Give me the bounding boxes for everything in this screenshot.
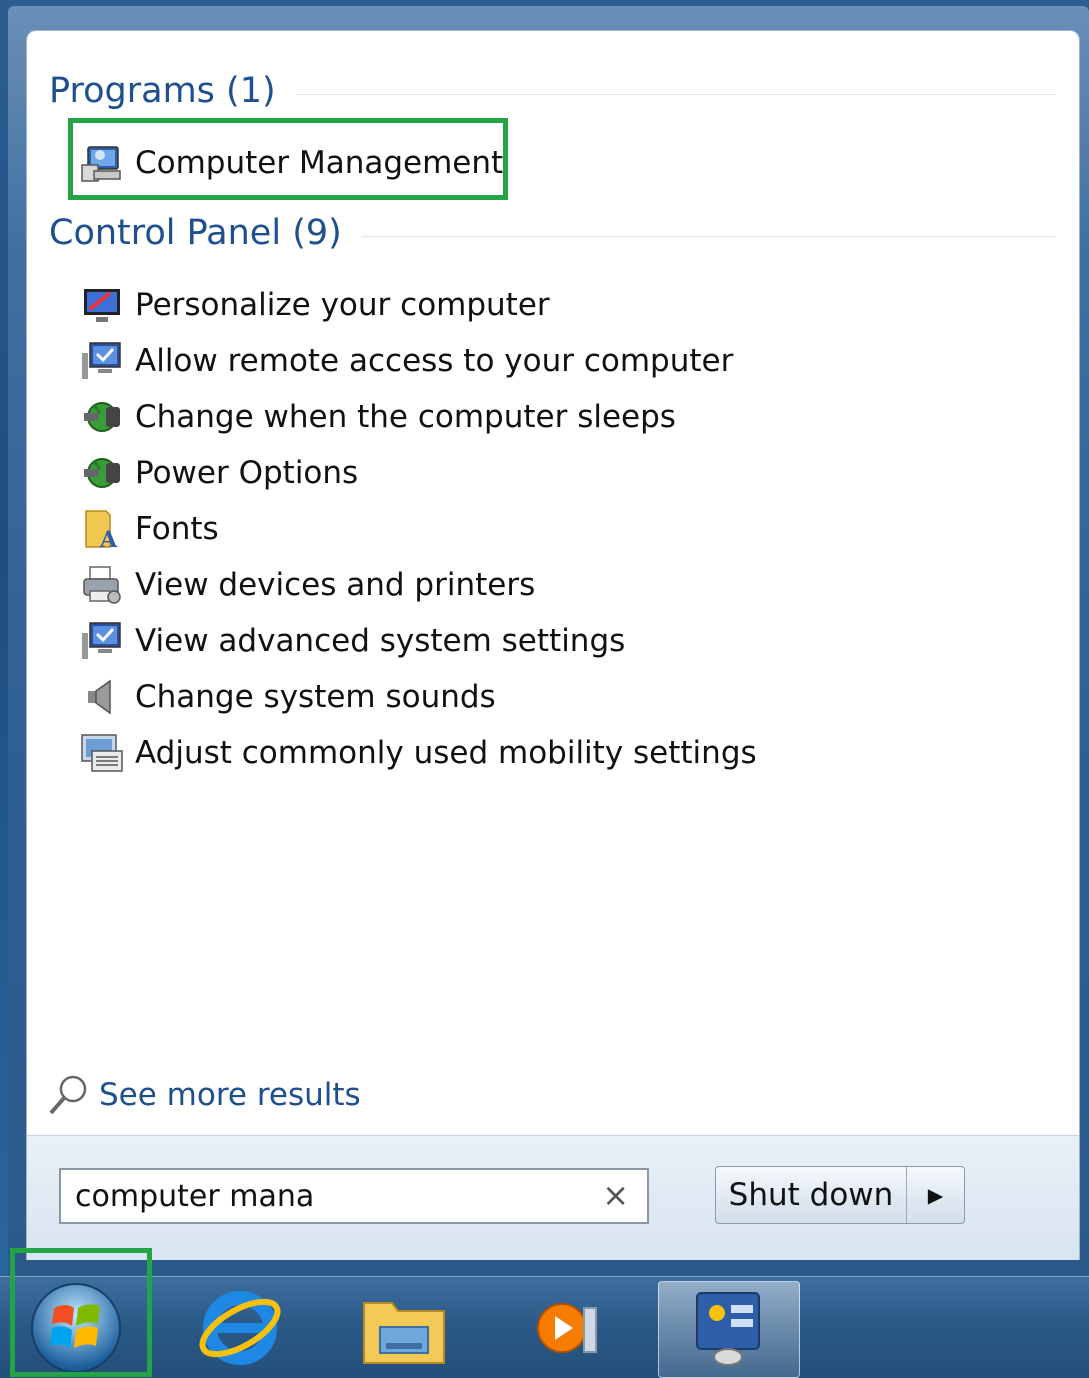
personalize-icon xyxy=(79,282,125,328)
result-fonts[interactable]: A Fonts xyxy=(79,503,219,555)
search-icon xyxy=(47,1071,91,1119)
search-value: computer mana xyxy=(75,1178,315,1214)
svg-text:A: A xyxy=(99,527,118,551)
result-system-sounds[interactable]: Change system sounds xyxy=(79,671,496,723)
mobility-center-icon xyxy=(79,730,125,776)
control-panel-header-label: Control Panel (9) xyxy=(49,213,342,253)
highlight-box-start-button xyxy=(10,1248,152,1377)
result-label: Allow remote access to your computer xyxy=(135,343,734,379)
start-menu-bottom-bar: computer mana × Shut down ▸ xyxy=(27,1135,1079,1260)
windows-explorer-icon[interactable] xyxy=(344,1277,464,1378)
clear-search-icon[interactable]: × xyxy=(602,1176,629,1214)
result-advanced-system-settings[interactable]: View advanced system settings xyxy=(79,615,625,667)
power-plug-icon xyxy=(79,394,125,440)
see-more-results-link[interactable]: See more results xyxy=(47,1071,361,1119)
result-label: View devices and printers xyxy=(135,567,536,603)
taskbar xyxy=(0,1276,1089,1378)
divider xyxy=(295,93,1055,95)
start-menu: Programs (1) Computer Management Control… xyxy=(26,30,1080,1260)
result-personalize[interactable]: Personalize your computer xyxy=(79,279,550,331)
result-label: Change when the computer sleeps xyxy=(135,399,676,435)
result-devices-printers[interactable]: View devices and printers xyxy=(79,559,535,611)
system-monitor-icon xyxy=(79,338,125,384)
internet-explorer-icon[interactable] xyxy=(180,1277,300,1378)
computer-management-icon[interactable] xyxy=(668,1277,788,1378)
highlight-box-computer-management xyxy=(68,118,508,200)
result-label: Fonts xyxy=(135,511,219,547)
result-label: Power Options xyxy=(135,455,359,491)
shutdown-button-group: Shut down ▸ xyxy=(715,1166,965,1224)
printer-icon xyxy=(79,562,125,608)
see-more-label: See more results xyxy=(99,1077,361,1113)
programs-header: Programs (1) xyxy=(49,71,1055,111)
control-panel-header: Control Panel (9) xyxy=(49,213,1055,253)
power-plug-icon xyxy=(79,450,125,496)
shutdown-options-arrow-icon[interactable]: ▸ xyxy=(907,1177,964,1213)
result-allow-remote-access[interactable]: Allow remote access to your computer xyxy=(79,335,733,387)
divider xyxy=(361,235,1055,237)
search-input[interactable]: computer mana × xyxy=(59,1168,649,1224)
result-label: Adjust commonly used mobility settings xyxy=(135,735,757,771)
programs-header-label: Programs (1) xyxy=(49,71,276,111)
result-label: Personalize your computer xyxy=(135,287,550,323)
shutdown-button[interactable]: Shut down xyxy=(716,1167,907,1223)
media-player-icon[interactable] xyxy=(508,1277,628,1378)
result-label: Change system sounds xyxy=(135,679,496,715)
speaker-icon xyxy=(79,674,125,720)
fonts-folder-icon: A xyxy=(79,506,125,552)
system-monitor-icon xyxy=(79,618,125,664)
result-power-options[interactable]: Power Options xyxy=(79,447,358,499)
result-mobility-settings[interactable]: Adjust commonly used mobility settings xyxy=(79,727,757,779)
result-label: View advanced system settings xyxy=(135,623,626,659)
result-change-sleep[interactable]: Change when the computer sleeps xyxy=(79,391,676,443)
